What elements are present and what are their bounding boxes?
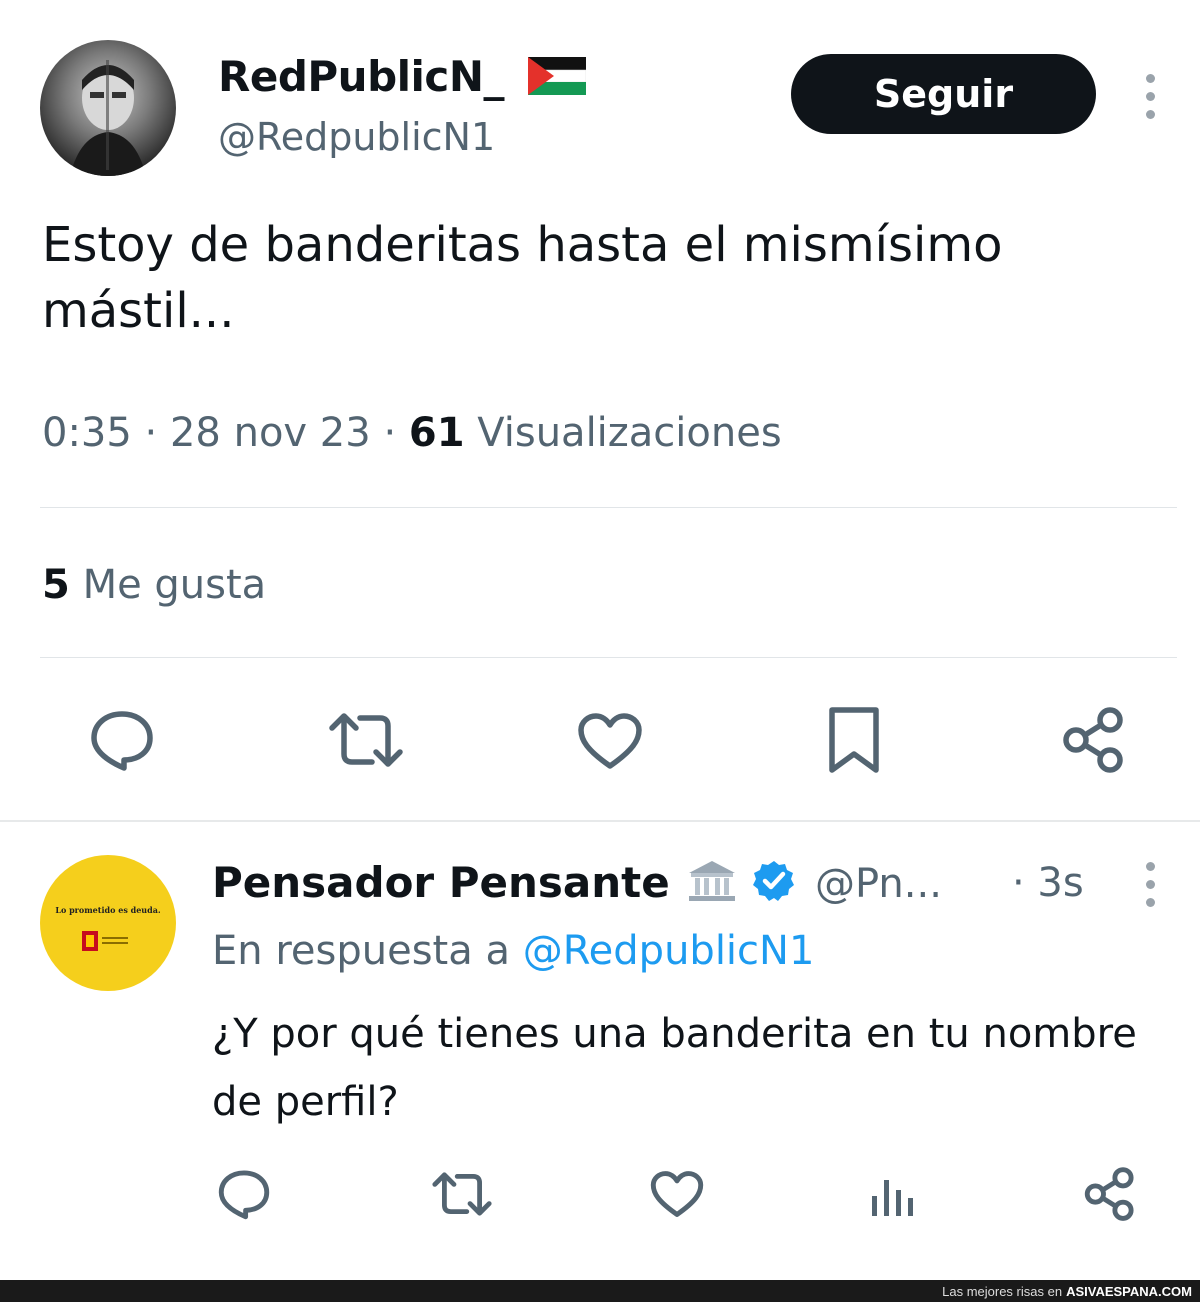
reply-context-prefix: En respuesta a [212, 928, 510, 974]
author-handle[interactable]: @RedpublicN1 [218, 115, 495, 159]
divider [40, 507, 1177, 508]
reply-context: En respuesta a @RedpublicN1 [212, 928, 814, 974]
divider [40, 657, 1177, 658]
follow-button[interactable]: Seguir [791, 54, 1096, 134]
palestine-flag-icon [527, 56, 587, 95]
reply-like-icon[interactable] [650, 1170, 704, 1218]
verified-badge-icon [752, 859, 796, 903]
like-icon[interactable] [577, 712, 643, 770]
watermark-footer: Las mejores risas en ASIVAESPANA.COM [0, 1280, 1200, 1302]
institution-badge-icon [687, 859, 737, 903]
reply-display-name[interactable]: Pensador Pensante [212, 858, 670, 907]
views-count: 61 [408, 410, 465, 456]
share-icon[interactable] [1062, 706, 1126, 774]
reply-text: ¿Y por qué tienes una banderita en tu no… [212, 1011, 1137, 1125]
reply-age[interactable]: · 3s [1012, 860, 1084, 906]
tweet-metadata: 0:35 · 28 nov 23 · 61 Visualizaciones [42, 410, 782, 456]
reply-reply-icon[interactable] [216, 1168, 272, 1220]
reply-avatar[interactable]: Lo prometido es deuda. [40, 855, 176, 991]
footer-site[interactable]: ASIVAESPANA.COM [1066, 1284, 1192, 1299]
likes-summary[interactable]: 5 Me gusta [42, 562, 266, 608]
reply-avatar-caption: Lo prometido es deuda. [55, 905, 161, 915]
tweet-text: Estoy de banderitas hasta el mismísimo m… [42, 217, 1003, 339]
reply-share-icon[interactable] [1084, 1166, 1136, 1222]
meta-separator: · [144, 410, 158, 456]
views-label: Visualizaciones [477, 410, 782, 456]
views-icon[interactable] [870, 1170, 916, 1218]
tweet-date[interactable]: 28 nov 23 [170, 410, 371, 456]
more-options-icon[interactable] [1146, 74, 1156, 119]
retweet-icon[interactable] [326, 710, 406, 770]
reply-handle[interactable]: @Pn... [815, 861, 942, 907]
reply-to-link[interactable]: @RedpublicN1 [523, 928, 815, 974]
reply-more-options-icon[interactable] [1146, 862, 1156, 907]
author-name-text: RedPublicN_ [218, 52, 504, 101]
bookmark-icon[interactable] [826, 706, 882, 776]
likes-count: 5 [42, 562, 70, 608]
author-display-name[interactable]: RedPublicN_ [218, 52, 587, 101]
author-avatar-image [70, 60, 146, 176]
spain-coat-of-arms-icon [82, 931, 128, 951]
meta-separator: · [383, 410, 397, 456]
reply-retweet-icon[interactable] [430, 1170, 494, 1218]
footer-prefix: Las mejores risas en [942, 1283, 1063, 1299]
tweet-time[interactable]: 0:35 [42, 410, 132, 456]
reply-header: Pensador Pensante @Pn... [212, 858, 1152, 910]
reply-icon[interactable] [88, 708, 156, 772]
likes-label: Me gusta [82, 562, 267, 608]
section-divider [0, 820, 1200, 822]
author-avatar[interactable] [40, 40, 176, 176]
